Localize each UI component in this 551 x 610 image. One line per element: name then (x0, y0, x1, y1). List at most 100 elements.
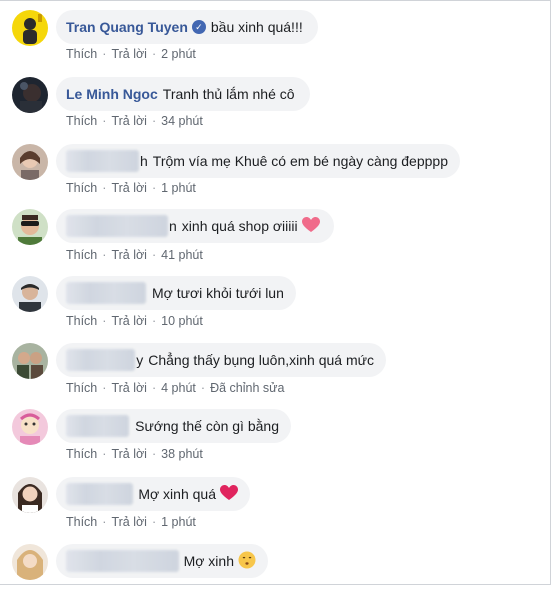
avatar[interactable] (12, 10, 48, 46)
comment-text: Mợ xinh (183, 553, 234, 569)
author-name-fragment: n (169, 218, 177, 234)
avatar[interactable] (12, 276, 48, 312)
comment-bubble: Mợ tươi khỏi tưới lun (56, 276, 296, 310)
redacted-author-name (66, 483, 134, 505)
like-link[interactable]: Thích (66, 47, 97, 61)
comment-time[interactable]: 10 phút (161, 314, 203, 328)
comment-bubble: y Chẳng thấy bụng luôn,xinh quá mức (56, 343, 386, 377)
avatar-image (12, 343, 48, 379)
comment-actions: Thích · Trả lời · 1 phút (66, 181, 196, 195)
comment-actions: Thích · Trả lời · 2 phút (66, 47, 196, 61)
author-name[interactable]: Tran Quang Tuyen (66, 19, 188, 35)
separator-dot: · (151, 447, 157, 461)
comment-item: Le Minh Ngoc Tranh thủ lắm nhé cô Thích ·… (0, 75, 551, 141)
separator-dot: · (151, 381, 157, 395)
redacted-author-name (66, 282, 146, 304)
like-link[interactable]: Thích (66, 114, 97, 128)
redacted-author-name (66, 349, 136, 371)
comment-bubble: Mợ xinh (56, 544, 268, 578)
comment-item: Mợ xinh (0, 544, 551, 610)
reply-link[interactable]: Trả lời (111, 314, 147, 328)
avatar-image (12, 409, 48, 445)
avatar-image (12, 544, 48, 580)
comment-actions: Thích · Trả lời · 4 phút · Đã chỉnh sửa (66, 381, 284, 395)
comment-item: y Chẳng thấy bụng luôn,xinh quá mức Thíc… (0, 343, 551, 409)
comment-item: Sướng thế còn gì bằng Thích · Trả lời · 38 p… (0, 409, 551, 475)
like-link[interactable]: Thích (66, 515, 97, 529)
comment-time[interactable]: 34 phút (161, 114, 203, 128)
comment-text: Mợ xinh quá (138, 486, 216, 502)
comment-text: Trộm vía mẹ Khuê có em bé ngày càng đepp… (152, 153, 448, 169)
separator-dot: · (102, 515, 107, 529)
like-link[interactable]: Thích (66, 381, 97, 395)
avatar[interactable] (12, 477, 48, 513)
comment-bubble: Sướng thế còn gì bằng (56, 409, 291, 443)
separator-dot: · (151, 248, 157, 262)
separator-dot: · (102, 181, 107, 195)
separator-dot: · (151, 314, 157, 328)
separator-dot: · (151, 114, 157, 128)
comment-list: Tran Quang Tuyen ✓ bầu xinh quá!!! Thích… (0, 0, 551, 585)
separator-dot: · (102, 248, 107, 262)
separator-dot: · (200, 381, 206, 395)
separator-dot: · (102, 47, 107, 61)
avatar[interactable] (12, 77, 48, 113)
comment-time[interactable]: 41 phút (161, 248, 203, 262)
separator-dot: · (102, 114, 107, 128)
comment-actions: Thích · Trả lời · 10 phút (66, 314, 203, 328)
avatar[interactable] (12, 144, 48, 180)
avatar-image (12, 477, 48, 513)
separator-dot: · (151, 181, 157, 195)
separator-dot: · (102, 447, 107, 461)
separator-dot: · (102, 314, 107, 328)
avatar[interactable] (12, 343, 48, 379)
avatar-image (12, 144, 48, 180)
author-name-fragment: h (139, 153, 148, 169)
avatar[interactable] (12, 409, 48, 445)
author-name-fragment: y (136, 352, 144, 368)
like-link[interactable]: Thích (66, 314, 97, 328)
comment-bubble: n xinh quá shop ơiiiii (56, 209, 334, 243)
comment-time[interactable]: 38 phút (161, 447, 203, 461)
avatar[interactable] (12, 209, 48, 245)
comment-text: Chẳng thấy bụng luôn,xinh quá mức (148, 352, 374, 368)
reply-link[interactable]: Trả lời (111, 248, 147, 262)
reply-link[interactable]: Trả lời (111, 381, 147, 395)
reply-link[interactable]: Trả lời (111, 515, 147, 529)
comment-text: bầu xinh quá!!! (210, 19, 303, 35)
separator-dot: · (102, 381, 107, 395)
comment-time[interactable]: 1 phút (161, 515, 196, 529)
reply-link[interactable]: Trả lời (111, 47, 147, 61)
comment-item: Tran Quang Tuyen ✓ bầu xinh quá!!! Thích… (0, 8, 551, 74)
separator-dot: · (151, 515, 157, 529)
comment-time[interactable]: 4 phút (161, 381, 196, 395)
reply-link[interactable]: Trả lời (111, 114, 147, 128)
redacted-author-name (66, 550, 179, 572)
separator-dot: · (151, 47, 157, 61)
comment-item: Mợ xinh quá Thích · Trả lời · 1 phút (0, 477, 551, 543)
avatar-image (12, 276, 48, 312)
comment-bubble: Le Minh Ngoc Tranh thủ lắm nhé cô (56, 77, 310, 111)
reply-link[interactable]: Trả lời (111, 181, 147, 195)
comment-actions: Thích · Trả lời · 34 phút (66, 114, 203, 128)
avatar-image (12, 77, 48, 113)
comment-item: n xinh quá shop ơiiiii Thích · Trả lời · 41 … (0, 209, 551, 275)
comment-time[interactable]: 1 phút (161, 181, 196, 195)
comment-text: Sướng thế còn gì bằng (135, 418, 279, 434)
heart-emoji-icon (301, 216, 320, 236)
reply-link[interactable]: Trả lời (111, 447, 147, 461)
like-link[interactable]: Thích (66, 181, 97, 195)
comment-time[interactable]: 2 phút (161, 47, 196, 61)
comment-item: Mợ tươi khỏi tưới lun Thích · Trả lời · 10 p… (0, 276, 551, 342)
verified-badge-icon: ✓ (191, 20, 206, 34)
like-link[interactable]: Thích (66, 248, 97, 262)
comment-bubble: h Trộm vía mẹ Khuê có em bé ngày càng đe… (56, 144, 460, 178)
comment-item: h Trộm vía mẹ Khuê có em bé ngày càng đe… (0, 142, 551, 208)
comment-actions: Thích · Trả lời · 1 phút (66, 515, 196, 529)
redacted-author-name (66, 150, 139, 172)
comment-bubble: Tran Quang Tuyen ✓ bầu xinh quá!!! (56, 10, 318, 44)
edited-label[interactable]: Đã chỉnh sửa (210, 381, 284, 395)
avatar[interactable] (12, 544, 48, 580)
like-link[interactable]: Thích (66, 447, 97, 461)
author-name[interactable]: Le Minh Ngoc (66, 86, 158, 102)
